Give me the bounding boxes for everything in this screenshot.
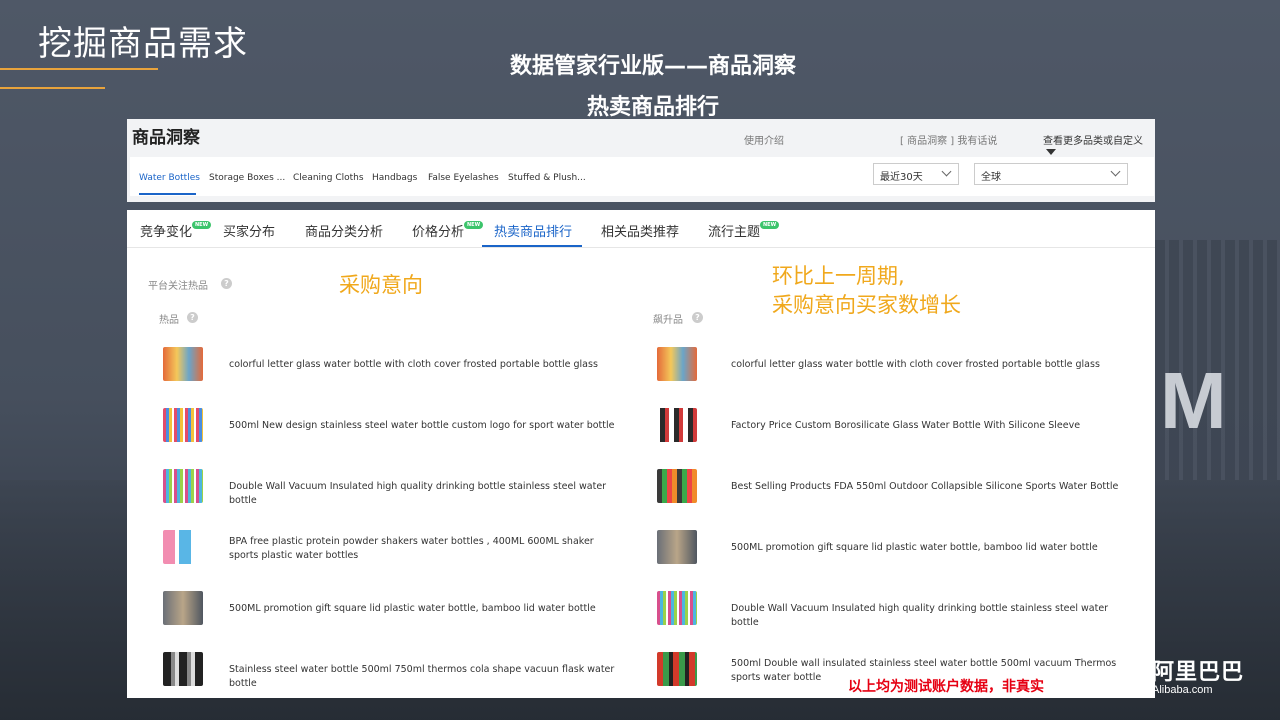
rising-product-title[interactable]: colorful letter glass water bottle with …: [731, 358, 1126, 372]
alibaba-logo: 阿里巴巴 Alibaba.com: [1152, 654, 1244, 696]
rising-product-title[interactable]: Double Wall Vacuum Insulated high qualit…: [731, 602, 1126, 630]
tab-trending-topics[interactable]: 流行主题: [708, 221, 760, 240]
region-select[interactable]: 全球: [974, 163, 1128, 185]
time-range-select[interactable]: 最近30天: [873, 163, 959, 185]
more-categories-dropdown[interactable]: 查看更多品类或自定义: [1043, 132, 1155, 158]
analysis-tabs: 竞争变化 NEW 买家分布 商品分类分析 价格分析 NEW 热卖商品排行 相关品…: [127, 210, 1155, 248]
rising-product-title[interactable]: 500ML promotion gift square lid plastic …: [731, 541, 1126, 555]
hot-product-title[interactable]: 500ml New design stainless steel water b…: [229, 419, 624, 433]
chevron-down-icon: [1110, 166, 1121, 177]
new-badge: NEW: [464, 221, 484, 229]
new-badge: NEW: [192, 221, 212, 229]
help-icon[interactable]: ?: [221, 278, 232, 289]
category-active-indicator: [139, 193, 196, 195]
category-tab-storage-boxes[interactable]: Storage Boxes ...: [209, 173, 285, 183]
rising-column-label: 飙升品: [653, 315, 683, 326]
product-thumbnail[interactable]: [657, 652, 697, 686]
hot-product-title[interactable]: Stainless steel water bottle 500ml 750ml…: [229, 663, 624, 691]
tab-hot-products[interactable]: 热卖商品排行: [494, 221, 572, 240]
product-thumbnail[interactable]: [657, 530, 697, 564]
more-categories-label: 查看更多品类或自定义: [1043, 136, 1143, 147]
product-thumbnail[interactable]: [657, 591, 697, 625]
test-data-disclaimer: 以上均为测试账户数据，非真实: [848, 679, 1044, 695]
tab-competition[interactable]: 竞争变化: [140, 221, 192, 240]
help-icon[interactable]: ?: [187, 312, 198, 323]
tab-buyer-distribution[interactable]: 买家分布: [223, 221, 275, 240]
rising-product-title[interactable]: Best Selling Products FDA 550ml Outdoor …: [731, 480, 1126, 494]
product-thumbnail[interactable]: [163, 408, 203, 442]
logo-chinese: 阿里巴巴: [1152, 660, 1245, 685]
slide-subtitle-2: 热卖商品排行: [586, 95, 719, 120]
background-logo-letter: M: [1160, 356, 1227, 445]
annotation-purchase-intent: 采购意向: [339, 273, 423, 297]
product-thumbnail[interactable]: [163, 347, 203, 381]
category-tab-water-bottles[interactable]: Water Bottles: [139, 173, 200, 183]
feedback-link[interactable]: [ 商品洞察 ] 我有话说: [900, 132, 997, 147]
tab-price-analysis[interactable]: 价格分析: [412, 221, 464, 240]
hot-products-panel: 竞争变化 NEW 买家分布 商品分类分析 价格分析 NEW 热卖商品排行 相关品…: [127, 210, 1155, 698]
tab-related-categories[interactable]: 相关品类推荐: [601, 221, 679, 240]
product-thumbnail[interactable]: [163, 530, 203, 564]
help-link[interactable]: 使用介绍: [744, 132, 784, 147]
tab-category-analysis[interactable]: 商品分类分析: [305, 221, 383, 240]
hot-product-title[interactable]: 500ML promotion gift square lid plastic …: [229, 602, 624, 616]
category-tab-false-eyelashes[interactable]: False Eyelashes: [428, 173, 499, 183]
time-range-value: 最近30天: [880, 172, 923, 183]
hot-product-title[interactable]: Double Wall Vacuum Insulated high qualit…: [229, 480, 624, 508]
product-thumbnail[interactable]: [163, 652, 203, 686]
caret-down-icon: [1046, 149, 1056, 155]
hot-column-label: 热品: [159, 315, 179, 326]
category-bar: Water Bottles Storage Boxes ... Cleaning…: [130, 157, 1154, 196]
new-badge: NEW: [760, 221, 780, 229]
insight-header-panel: 商品洞察 使用介绍 [ 商品洞察 ] 我有话说 查看更多品类或自定义 Water…: [127, 119, 1155, 202]
product-thumbnail[interactable]: [657, 347, 697, 381]
hot-product-title[interactable]: colorful letter glass water bottle with …: [229, 358, 624, 372]
chevron-down-icon: [941, 166, 952, 177]
region-value: 全球: [981, 172, 1001, 183]
category-tab-cleaning-cloths[interactable]: Cleaning Cloths: [293, 173, 364, 183]
tab-active-indicator: [482, 245, 582, 247]
annotation-growth-line1: 环比上一周期,: [772, 264, 905, 288]
slide-subtitle: 数据管家行业版——商品洞察: [509, 54, 796, 79]
hot-product-title[interactable]: BPA free plastic protein powder shakers …: [229, 535, 624, 563]
product-thumbnail[interactable]: [657, 469, 697, 503]
category-tab-handbags[interactable]: Handbags: [372, 173, 417, 183]
product-thumbnail[interactable]: [163, 469, 203, 503]
product-thumbnail[interactable]: [657, 408, 697, 442]
rising-product-title[interactable]: Factory Price Custom Borosilicate Glass …: [731, 419, 1126, 433]
annotation-growth: 环比上一周期, 采购意向买家数增长: [772, 262, 961, 320]
help-icon[interactable]: ?: [692, 312, 703, 323]
section-label: 平台关注热品: [148, 281, 208, 292]
panel-title: 商品洞察: [132, 128, 200, 148]
annotation-growth-line2: 采购意向买家数增长: [772, 293, 961, 317]
category-tab-stuffed-plush[interactable]: Stuffed & Plush...: [508, 173, 586, 183]
product-thumbnail[interactable]: [163, 591, 203, 625]
